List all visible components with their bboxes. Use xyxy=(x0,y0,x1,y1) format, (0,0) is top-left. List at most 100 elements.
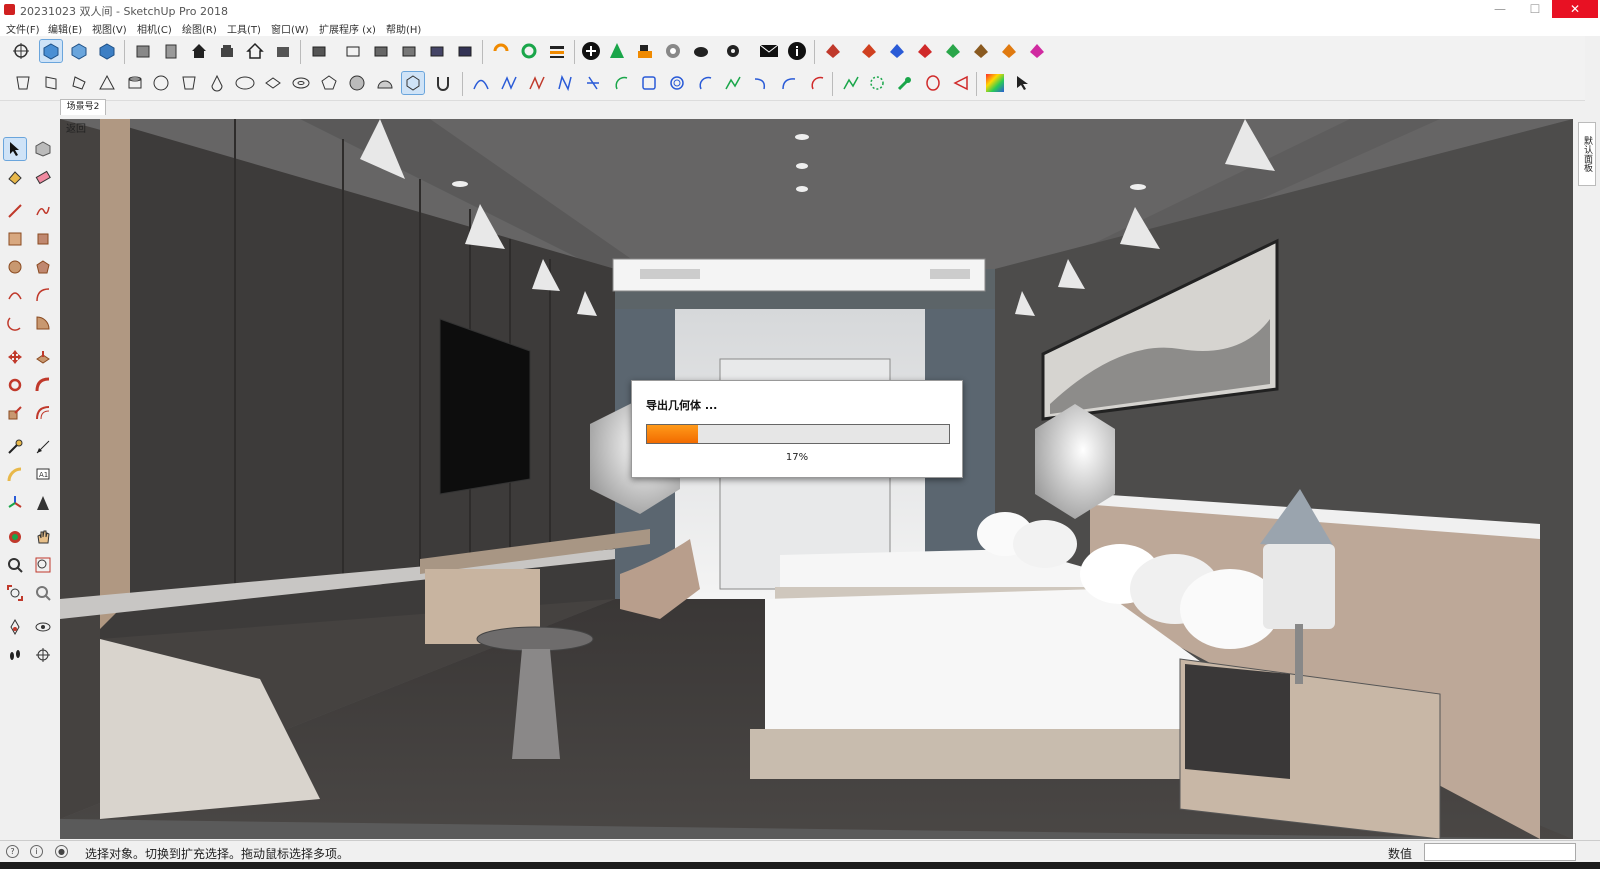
curve-green-icon[interactable] xyxy=(840,72,862,94)
shadow-icon[interactable] xyxy=(634,40,656,62)
menu-camera[interactable]: 相机(C) xyxy=(137,21,172,36)
zoom-window-icon[interactable] xyxy=(32,554,54,576)
box-view-icon[interactable] xyxy=(132,40,154,62)
left-view-icon[interactable] xyxy=(244,40,266,62)
polygon-tool-icon[interactable] xyxy=(32,256,54,278)
drop-icon[interactable] xyxy=(206,72,228,94)
text-tool-icon[interactable]: A1 xyxy=(32,464,54,486)
bend-icon[interactable] xyxy=(778,72,800,94)
default-tray-tab[interactable]: 默认面板 xyxy=(1578,122,1596,186)
curve-tool-5-icon[interactable] xyxy=(582,72,604,94)
eraser-icon[interactable] xyxy=(32,166,54,188)
tape-measure-icon[interactable] xyxy=(4,436,26,458)
wireframe-icon[interactable] xyxy=(342,40,364,62)
ext-n-icon[interactable] xyxy=(970,40,992,62)
minimize-button[interactable]: — xyxy=(1485,0,1515,18)
model-viewport[interactable] xyxy=(60,119,1573,839)
offset-tool-icon[interactable] xyxy=(32,402,54,424)
walk-footprints-icon[interactable] xyxy=(4,644,26,666)
shape-tool-3-icon[interactable] xyxy=(68,72,90,94)
hidden-line-icon[interactable] xyxy=(370,40,392,62)
ellipse-icon[interactable] xyxy=(234,72,256,94)
menu-extensions[interactable]: 扩展程序 (x) xyxy=(319,21,376,36)
plane-icon[interactable] xyxy=(262,72,284,94)
shaded-icon[interactable] xyxy=(398,40,420,62)
menu-window[interactable]: 窗口(W) xyxy=(271,21,309,36)
rectangle-tool-icon[interactable] xyxy=(4,228,26,250)
right-view-icon[interactable] xyxy=(160,40,182,62)
sphere-icon[interactable] xyxy=(346,72,368,94)
menu-file[interactable]: 文件(F) xyxy=(6,21,40,36)
rect-tool-icon[interactable] xyxy=(638,72,660,94)
ext-r-icon[interactable] xyxy=(914,40,936,62)
cylinder-icon[interactable] xyxy=(124,72,146,94)
top-view-icon[interactable] xyxy=(68,40,90,62)
arc-tool-icon[interactable] xyxy=(4,284,26,306)
select-pointer-icon[interactable] xyxy=(1012,72,1034,94)
color-palette-icon[interactable] xyxy=(984,72,1006,94)
orbit-icon[interactable] xyxy=(10,40,32,62)
select-tool-icon[interactable] xyxy=(3,137,27,161)
home-icon[interactable] xyxy=(188,40,210,62)
paint-bucket-icon[interactable] xyxy=(4,166,26,188)
circle-tool-icon[interactable] xyxy=(4,256,26,278)
credits-icon[interactable]: i xyxy=(30,845,43,858)
freehand-icon[interactable] xyxy=(722,72,744,94)
circle-icon[interactable] xyxy=(150,72,172,94)
shape-tool-2-icon[interactable] xyxy=(40,72,62,94)
freehand-tool-icon[interactable] xyxy=(32,200,54,222)
cloud-upload-icon[interactable] xyxy=(690,40,712,62)
protractor-icon[interactable] xyxy=(4,464,26,486)
bottom-view-icon[interactable] xyxy=(272,40,294,62)
rotate-tool-icon[interactable] xyxy=(4,374,26,396)
two-point-arc-icon[interactable] xyxy=(32,284,54,306)
look-around-eye-icon[interactable] xyxy=(32,616,54,638)
curve-tool-4-icon[interactable] xyxy=(554,72,576,94)
arc-red-icon[interactable] xyxy=(806,72,828,94)
ext-j-icon[interactable] xyxy=(886,40,908,62)
gear-icon[interactable] xyxy=(722,40,744,62)
menu-tools[interactable]: 工具(T) xyxy=(227,21,261,36)
arc-tool-icon[interactable] xyxy=(610,72,632,94)
ext-x-icon[interactable] xyxy=(998,40,1020,62)
iso-view-icon[interactable] xyxy=(39,39,63,63)
add-icon[interactable] xyxy=(580,40,602,62)
make-component-icon[interactable] xyxy=(32,138,54,160)
polygon-dots-icon[interactable] xyxy=(866,72,888,94)
three-point-arc-icon[interactable] xyxy=(4,312,26,334)
section-plane-icon[interactable] xyxy=(32,644,54,666)
torus-icon[interactable] xyxy=(290,72,312,94)
rotated-rectangle-icon[interactable] xyxy=(32,228,54,250)
texture-icon[interactable] xyxy=(662,40,684,62)
menu-help[interactable]: 帮助(H) xyxy=(386,21,421,36)
zoom-extents-icon[interactable] xyxy=(4,582,26,604)
dome-icon[interactable] xyxy=(374,72,396,94)
shaded-textures-icon[interactable] xyxy=(426,40,448,62)
back-label[interactable]: 返回 xyxy=(66,120,86,135)
line-tool-icon[interactable] xyxy=(4,200,26,222)
curve-tool-3-icon[interactable] xyxy=(526,72,548,94)
spiral-icon[interactable] xyxy=(666,72,688,94)
ext-f-icon[interactable] xyxy=(1026,40,1048,62)
close-button[interactable]: ✕ xyxy=(1552,0,1598,18)
scene-tab[interactable]: 场景号2 xyxy=(60,99,106,115)
follow-me-icon[interactable] xyxy=(32,374,54,396)
push-pull-icon[interactable] xyxy=(32,346,54,368)
xray-icon[interactable] xyxy=(308,40,330,62)
position-camera-icon[interactable] xyxy=(4,616,26,638)
oval-red-icon[interactable] xyxy=(922,72,944,94)
pan-hand-icon[interactable] xyxy=(32,526,54,548)
pie-tool-icon[interactable] xyxy=(32,312,54,334)
curve-tool-1-icon[interactable] xyxy=(470,72,492,94)
orbit-tool-icon[interactable] xyxy=(4,526,26,548)
ext-a-icon[interactable] xyxy=(858,40,880,62)
menu-draw[interactable]: 绘图(R) xyxy=(182,21,217,36)
cup-icon[interactable] xyxy=(178,72,200,94)
ext-push-icon[interactable] xyxy=(822,40,844,62)
pyramid-icon[interactable] xyxy=(96,72,118,94)
maximize-button[interactable]: ☐ xyxy=(1520,0,1550,18)
menu-edit[interactable]: 编辑(E) xyxy=(48,21,82,36)
measurements-input[interactable] xyxy=(1424,843,1576,861)
mail-icon[interactable] xyxy=(758,40,780,62)
dimension-tool-icon[interactable] xyxy=(32,436,54,458)
